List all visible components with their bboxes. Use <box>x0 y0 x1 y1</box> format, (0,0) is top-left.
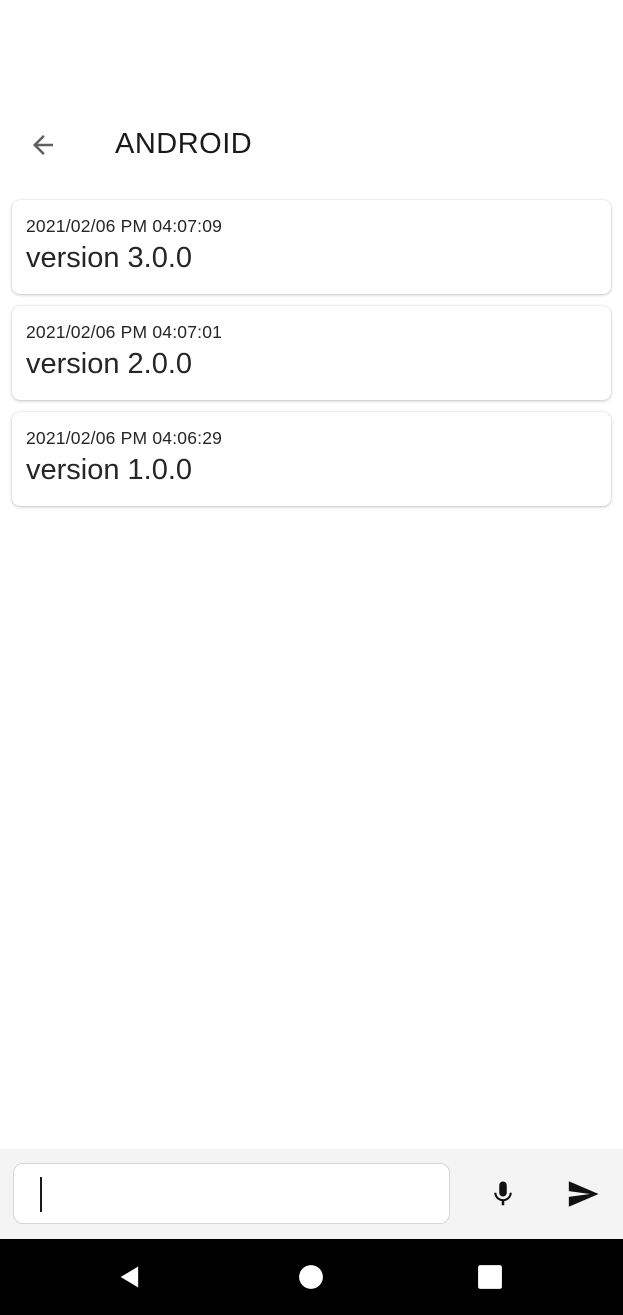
version-card[interactable]: 2021/02/06 PM 04:06:29 version 1.0.0 <box>12 412 611 506</box>
version-timestamp: 2021/02/06 PM 04:07:09 <box>26 216 223 236</box>
arrow-back-icon <box>33 135 53 155</box>
app-screen: ANDROID 2021/02/06 PM 04:07:09 version 3… <box>0 0 623 1315</box>
system-navigation-bar <box>0 1239 623 1315</box>
page-title: ANDROID <box>115 128 253 160</box>
version-title: version 1.0.0 <box>26 454 193 486</box>
nav-home-circle-icon <box>299 1265 323 1289</box>
status-bar <box>0 0 623 100</box>
send-button[interactable] <box>558 1171 608 1217</box>
microphone-icon <box>494 1181 512 1206</box>
version-card[interactable]: 2021/02/06 PM 04:07:09 version 3.0.0 <box>12 200 611 294</box>
system-back-button[interactable] <box>108 1257 152 1297</box>
nav-back-triangle-icon <box>120 1266 139 1288</box>
system-home-button[interactable] <box>289 1257 333 1297</box>
version-timestamp: 2021/02/06 PM 04:06:29 <box>26 428 223 448</box>
text-caret <box>40 1177 42 1212</box>
back-button[interactable] <box>20 122 66 168</box>
version-title: version 3.0.0 <box>26 242 193 274</box>
version-list: 2021/02/06 PM 04:07:09 version 3.0.0 202… <box>12 200 611 518</box>
version-card[interactable]: 2021/02/06 PM 04:07:01 version 2.0.0 <box>12 306 611 400</box>
nav-recents-square-icon <box>478 1265 502 1289</box>
message-input[interactable] <box>13 1163 450 1224</box>
message-composer <box>0 1149 623 1239</box>
version-title: version 2.0.0 <box>26 348 193 380</box>
version-timestamp: 2021/02/06 PM 04:07:01 <box>26 322 223 342</box>
app-bar: ANDROID <box>0 100 623 188</box>
send-icon <box>568 1181 599 1207</box>
system-recents-button[interactable] <box>468 1257 512 1297</box>
mic-button[interactable] <box>480 1171 526 1217</box>
